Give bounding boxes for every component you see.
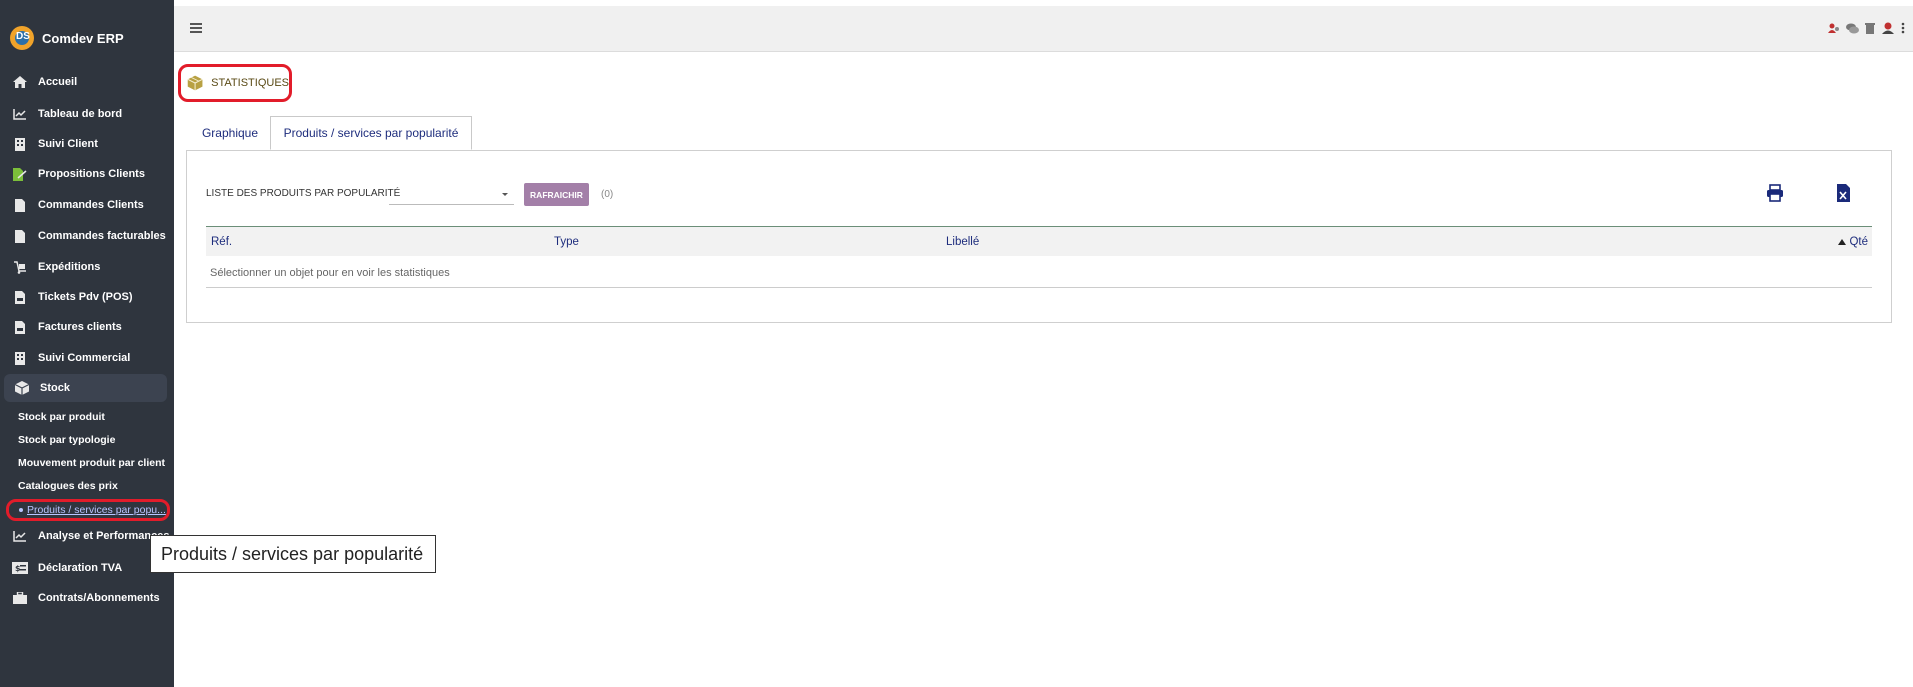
sidebar-item-label: Suivi Commercial bbox=[38, 352, 131, 364]
sidebar-item-expeditions[interactable]: Expéditions bbox=[0, 254, 174, 280]
sidebar-item-label: Factures clients bbox=[38, 321, 122, 333]
trash-icon[interactable] bbox=[1865, 22, 1875, 37]
sort-asc-icon bbox=[1838, 239, 1847, 245]
sidebar-item-label: Propositions Clients bbox=[38, 168, 145, 180]
sidebar-item-label: Expéditions bbox=[38, 261, 101, 273]
cube-icon bbox=[187, 75, 203, 91]
cube-icon bbox=[14, 381, 30, 395]
refresh-button[interactable]: RAFRAICHIR bbox=[524, 183, 589, 206]
sidebar-item-label: Contrats/Abonnements bbox=[38, 592, 160, 604]
chat-icon[interactable] bbox=[1846, 23, 1859, 37]
top-icons bbox=[1828, 22, 1905, 37]
brand[interactable]: DS Comdev ERP bbox=[10, 26, 124, 50]
tab-graphique[interactable]: Graphique bbox=[188, 116, 272, 150]
sidebar-item-stock[interactable]: Stock bbox=[4, 374, 167, 402]
top-bar bbox=[174, 6, 1913, 52]
print-icon[interactable] bbox=[1766, 184, 1784, 202]
tooltip: Produits / services par popularité bbox=[150, 535, 436, 573]
user-avatar-icon[interactable] bbox=[1881, 22, 1895, 37]
sidebar-item-label: Déclaration TVA bbox=[38, 562, 123, 574]
active-dot-icon bbox=[19, 508, 23, 512]
home-icon bbox=[12, 75, 28, 89]
sidebar-item-contrats-abonnements[interactable]: Contrats/Abonnements bbox=[0, 585, 174, 611]
column-header-libelle[interactable]: Libellé bbox=[946, 236, 979, 248]
submenu-item-label: Produits / services par popu... bbox=[27, 504, 166, 516]
column-header-ref[interactable]: Réf. bbox=[211, 236, 232, 248]
file-icon bbox=[12, 198, 28, 212]
sidebar-item-label: Suivi Client bbox=[38, 138, 98, 150]
sidebar-item-suivi-commercial[interactable]: Suivi Commercial bbox=[0, 345, 174, 371]
briefcase-icon bbox=[12, 591, 28, 605]
more-vertical-icon[interactable] bbox=[1901, 22, 1905, 37]
result-count: (0) bbox=[601, 189, 614, 200]
table-row: Sélectionner un objet pour en voir les s… bbox=[206, 256, 1872, 288]
sidebar-item-tableau-de-bord[interactable]: Tableau de bord bbox=[0, 101, 174, 127]
sidebar-item-analyse-performances[interactable]: Analyse et Performances bbox=[0, 523, 174, 549]
sidebar-item-label: Commandes Clients bbox=[38, 199, 144, 211]
page-header: STATISTIQUES bbox=[178, 64, 292, 102]
file-signature-icon bbox=[12, 167, 28, 181]
object-select[interactable] bbox=[389, 184, 514, 205]
dolly-icon bbox=[12, 260, 28, 274]
column-header-type[interactable]: Type bbox=[554, 236, 579, 248]
empty-message: Sélectionner un objet pour en voir les s… bbox=[210, 267, 450, 279]
building-icon bbox=[12, 137, 28, 151]
sidebar: DS Comdev ERP Accueil Tableau de bord Su… bbox=[0, 0, 174, 687]
users-icon[interactable] bbox=[1828, 23, 1840, 37]
submenu-item-produits-par-popularite[interactable]: Produits / services par popu... bbox=[6, 499, 170, 521]
sidebar-item-label: Tableau de bord bbox=[38, 108, 123, 120]
hamburger-menu-icon[interactable] bbox=[190, 23, 202, 33]
submenu-item-stock-par-produit[interactable]: Stock par produit bbox=[18, 408, 105, 426]
file-invoice-icon bbox=[12, 320, 28, 334]
sidebar-item-label: Stock bbox=[40, 382, 70, 394]
sidebar-item-commandes-clients[interactable]: Commandes Clients bbox=[0, 192, 174, 218]
filter-label: LISTE DES PRODUITS PAR POPULARITÉ bbox=[206, 188, 401, 199]
tax-icon: $ bbox=[12, 561, 28, 575]
sidebar-item-declaration-tva[interactable]: $ Déclaration TVA bbox=[0, 555, 174, 581]
sidebar-item-label: Tickets Pdv (POS) bbox=[38, 291, 133, 303]
file-invoice-icon bbox=[12, 290, 28, 304]
popularity-table: Réf. Type Libellé Qté Sélectionner un ob… bbox=[206, 226, 1872, 288]
submenu-item-catalogues-des-prix[interactable]: Catalogues des prix bbox=[18, 477, 118, 495]
sidebar-item-factures-clients[interactable]: Factures clients bbox=[0, 314, 174, 340]
page-title: STATISTIQUES bbox=[211, 77, 289, 89]
brand-logo: DS bbox=[10, 26, 34, 50]
table-header: Réf. Type Libellé Qté bbox=[206, 226, 1872, 256]
sidebar-item-accueil[interactable]: Accueil bbox=[0, 69, 174, 95]
column-header-qte[interactable]: Qté bbox=[1838, 236, 1868, 248]
sidebar-item-propositions-clients[interactable]: Propositions Clients bbox=[0, 161, 174, 187]
brand-logo-letters: DS bbox=[16, 31, 30, 42]
column-header-qte-label: Qté bbox=[1849, 236, 1868, 248]
file-icon bbox=[12, 229, 28, 243]
sidebar-item-label: Accueil bbox=[38, 76, 78, 88]
sidebar-item-suivi-client[interactable]: Suivi Client bbox=[0, 131, 174, 157]
submenu-item-stock-par-typologie[interactable]: Stock par typologie bbox=[18, 431, 115, 449]
sidebar-item-commandes-facturables[interactable]: Commandes facturables bbox=[0, 223, 174, 249]
tab-produits-services-popularite[interactable]: Produits / services par popularité bbox=[270, 116, 472, 150]
chart-line-icon bbox=[12, 529, 28, 543]
submenu-item-mouvement-produit[interactable]: Mouvement produit par client bbox=[18, 454, 165, 472]
chart-line-icon bbox=[12, 107, 28, 121]
excel-export-icon[interactable] bbox=[1834, 184, 1852, 202]
brand-name: Comdev ERP bbox=[42, 30, 124, 46]
sidebar-item-tickets-pdv[interactable]: Tickets Pdv (POS) bbox=[0, 284, 174, 310]
building-icon bbox=[12, 351, 28, 365]
sidebar-item-label: Commandes facturables bbox=[38, 230, 166, 242]
